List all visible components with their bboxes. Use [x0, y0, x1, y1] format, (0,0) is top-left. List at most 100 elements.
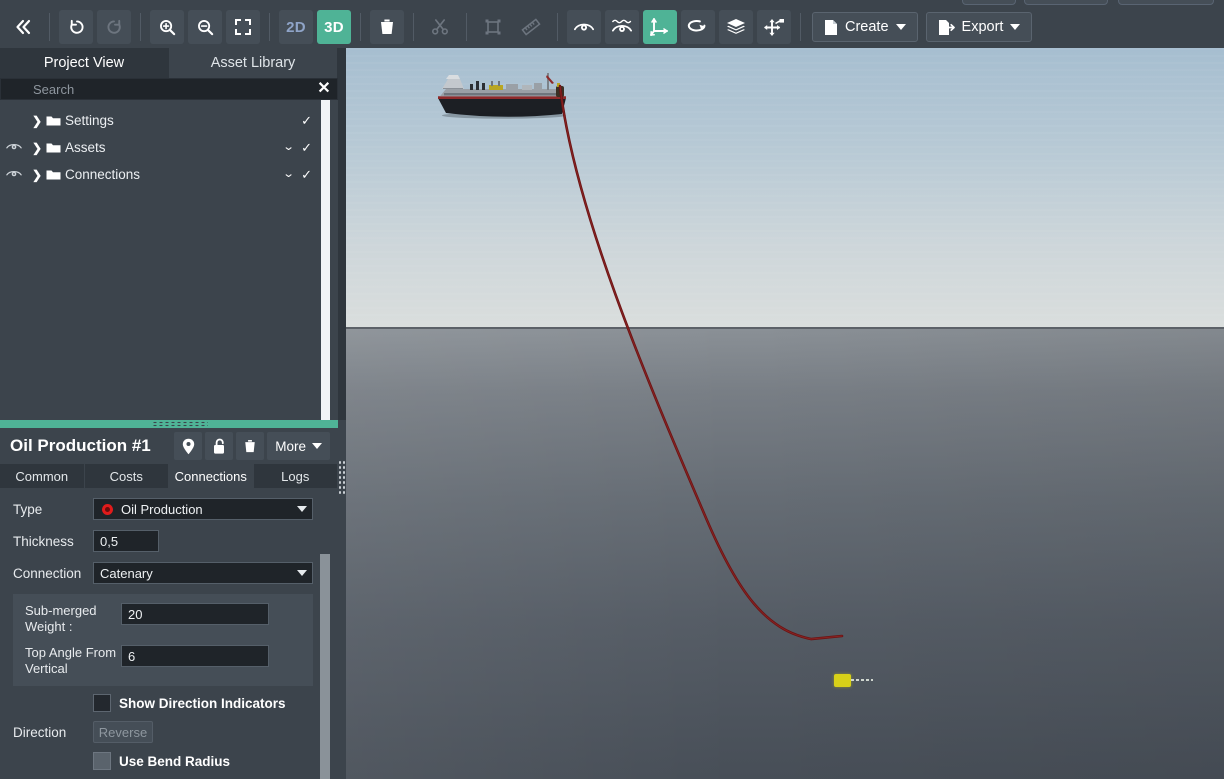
export-button[interactable]: Export — [925, 12, 1033, 42]
tab-asset-library[interactable]: Asset Library — [169, 48, 338, 78]
reverse-button[interactable]: Reverse — [93, 721, 153, 743]
drag-handle-dots — [152, 421, 208, 427]
submerged-weight-input[interactable] — [121, 603, 269, 625]
chevron-right-icon[interactable]: ❯ — [28, 168, 46, 182]
show-direction-indicators-label: Show Direction Indicators — [119, 695, 286, 711]
panel-drag-handle[interactable] — [0, 420, 338, 428]
zoom-in-icon[interactable] — [150, 10, 184, 44]
view-2d-button[interactable]: 2D — [279, 10, 313, 44]
check-icon[interactable]: ✓ — [301, 167, 312, 183]
top-angle-input[interactable] — [121, 645, 269, 667]
chevron-right-icon[interactable]: ❯ — [28, 141, 46, 155]
tree-item-connections[interactable]: ❯ Connections ⌄ ✓ — [0, 161, 338, 188]
zoom-out-icon[interactable] — [188, 10, 222, 44]
page-title: Oil Production #1 — [10, 436, 151, 455]
tab-connections[interactable]: Connections — [169, 464, 254, 488]
tab-common[interactable]: Common — [0, 464, 85, 488]
chevron-down-icon — [895, 24, 906, 30]
toolbar-divider — [800, 13, 801, 41]
show-direction-indicators-checkbox[interactable] — [93, 694, 111, 712]
delete-icon[interactable] — [370, 10, 404, 44]
subsea-marker-line — [851, 679, 873, 681]
fit-to-screen-icon[interactable] — [226, 10, 260, 44]
type-select[interactable]: Oil Production — [93, 498, 313, 520]
tab-logs[interactable]: Logs — [253, 464, 338, 488]
chevron-down-icon — [297, 570, 307, 576]
connection-value: Catenary — [100, 565, 153, 581]
search-bar: ✕ — [0, 78, 338, 100]
viewport-3d[interactable] — [346, 48, 1224, 779]
double-chevron-down-icon[interactable]: ⌄ — [282, 169, 294, 180]
thickness-input[interactable] — [93, 530, 159, 552]
unlock-icon[interactable] — [205, 432, 234, 460]
eye-icon[interactable] — [0, 142, 28, 153]
chevron-down-icon — [312, 443, 322, 449]
oil-production-icon — [100, 501, 115, 517]
properties-scrollbar-thumb[interactable] — [320, 554, 330, 779]
use-bend-radius-label: Use Bend Radius — [119, 753, 231, 769]
offscreen-button-1 — [962, 0, 1016, 5]
layers-icon[interactable] — [719, 10, 753, 44]
double-chevron-down-icon[interactable]: ⌄ — [282, 142, 294, 153]
folder-icon — [46, 142, 61, 154]
field-top-angle-label: Top Angle From Vertical — [25, 645, 117, 676]
tree-item-actions: ⌄ ✓ — [282, 167, 338, 183]
view-3d-button[interactable]: 3D — [317, 10, 351, 44]
tree-item-settings[interactable]: ❯ Settings ✓ — [0, 107, 338, 134]
visibility-eye-icon[interactable] — [567, 10, 601, 44]
tab-costs[interactable]: Costs — [84, 464, 169, 488]
folder-icon — [46, 115, 61, 127]
use-bend-radius-checkbox[interactable] — [93, 752, 111, 770]
collapse-sidebar-button[interactable] — [6, 10, 40, 44]
check-icon[interactable]: ✓ — [301, 140, 312, 156]
visibility-seabed-icon[interactable] — [605, 10, 639, 44]
application-window: 2D 3D Create Export Project View Asset L… — [0, 0, 1224, 779]
more-button[interactable]: More — [267, 432, 330, 460]
tab-asset-library-label: Asset Library — [210, 55, 296, 71]
subsea-manifold[interactable] — [834, 674, 851, 687]
check-icon[interactable]: ✓ — [301, 113, 312, 129]
tree-item-label: Settings — [65, 113, 114, 128]
search-input[interactable] — [1, 81, 311, 97]
connection-select[interactable]: Catenary — [93, 562, 313, 584]
type-value: Oil Production — [121, 501, 203, 517]
move-icon[interactable] — [757, 10, 791, 44]
field-type-label: Type — [13, 501, 43, 517]
axes-icon[interactable] — [643, 10, 677, 44]
properties-panel: Oil Production #1 More Common Costs Conn… — [0, 420, 338, 779]
field-direction: Direction Show Direction Indicators Reve… — [0, 694, 338, 770]
locate-pin-icon[interactable] — [174, 432, 203, 460]
tree-item-label: Assets — [65, 140, 106, 155]
cut-icon[interactable] — [423, 10, 457, 44]
eye-icon[interactable] — [0, 169, 28, 180]
delete-icon[interactable] — [236, 432, 265, 460]
show-direction-indicators-row: Show Direction Indicators — [93, 694, 286, 712]
field-connection-label: Connection — [13, 565, 82, 581]
create-button[interactable]: Create — [812, 12, 918, 42]
tab-project-view-label: Project View — [43, 55, 125, 71]
redo-icon[interactable] — [97, 10, 131, 44]
catenary-options-panel: Sub-merged Weight : Top Angle From Verti… — [13, 594, 313, 686]
catenary-riser[interactable] — [346, 48, 1224, 779]
field-type: Type Oil Production — [0, 498, 338, 520]
reverse-label: Reverse — [98, 724, 148, 740]
measure-icon[interactable] — [514, 10, 548, 44]
field-direction-label: Direction — [13, 724, 67, 740]
crop-icon[interactable] — [476, 10, 510, 44]
export-label: Export — [961, 19, 1004, 35]
properties-form: Type Oil Production Thickness Connection… — [0, 488, 338, 779]
undo-icon[interactable] — [59, 10, 93, 44]
toolbar-divider — [140, 13, 141, 41]
field-thickness-label: Thickness — [13, 533, 74, 549]
tab-project-view[interactable]: Project View — [0, 48, 169, 78]
tree-item-assets[interactable]: ❯ Assets ⌄ ✓ — [0, 134, 338, 161]
field-top-angle: Top Angle From Vertical — [13, 645, 313, 677]
orbit-icon[interactable] — [681, 10, 715, 44]
tree-item-actions: ✓ — [301, 113, 338, 129]
main-toolbar: 2D 3D Create Export — [0, 6, 1224, 48]
sidebar-tabs: Project View Asset Library — [0, 48, 338, 78]
clear-search-icon[interactable]: ✕ — [311, 78, 337, 100]
panel-resize-handle[interactable] — [338, 420, 346, 779]
field-connection: Connection Catenary — [0, 562, 338, 584]
chevron-right-icon[interactable]: ❯ — [28, 114, 46, 128]
